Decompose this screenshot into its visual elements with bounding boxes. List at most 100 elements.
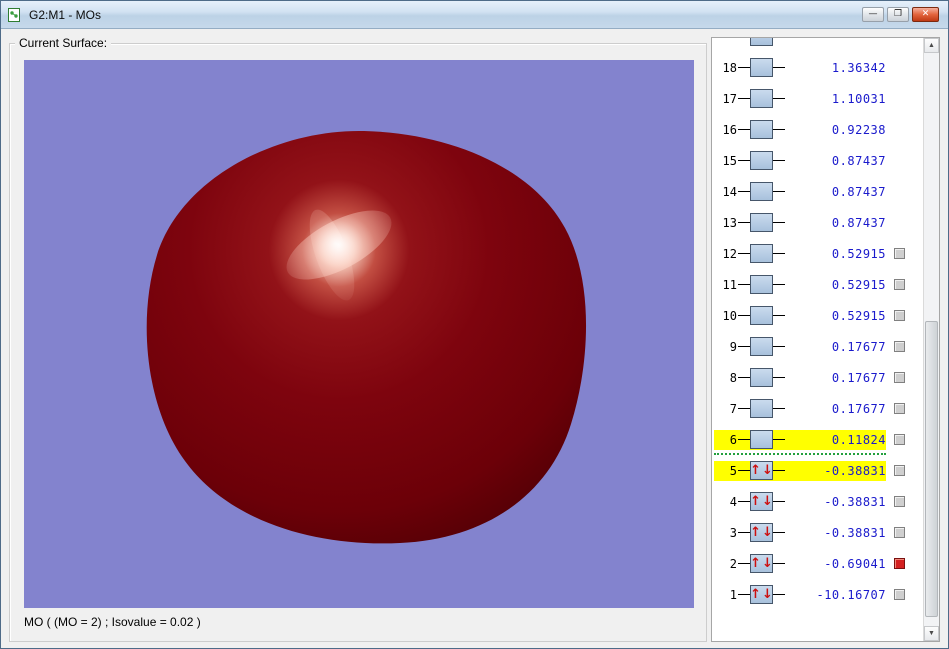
mo-select-checkbox[interactable] (894, 310, 905, 321)
mo-row-11[interactable]: 11 0.52915 (714, 269, 922, 300)
mo-orbital-box[interactable] (750, 430, 773, 449)
mo-select-checkbox[interactable] (894, 496, 905, 507)
mo-energy-value: 0.17677 (831, 401, 886, 416)
energy-connector-line (773, 594, 785, 595)
mo-level-number: 5 (729, 463, 737, 478)
mo-energy-value: 0.11824 (831, 432, 886, 447)
mo-orbital-box[interactable] (750, 337, 773, 356)
mo-orbital-box[interactable] (750, 399, 773, 418)
mo-row-main: 18 1.36342 (714, 58, 886, 78)
mo-row-4[interactable]: 4 ↑ ↓ -0.38831 (714, 486, 922, 517)
maximize-button[interactable]: ❐ (887, 7, 909, 22)
mo-energy-value: -10.16707 (816, 587, 886, 602)
close-button[interactable]: ✕ (912, 7, 939, 22)
mo-orbital-box[interactable] (750, 368, 773, 387)
mo-row-3[interactable]: 3 ↑ ↓ -0.38831 (714, 517, 922, 548)
energy-connector-line (773, 284, 785, 285)
level-connector-line (738, 160, 750, 161)
mo-orbital-box[interactable] (750, 58, 773, 77)
mo-select-checkbox[interactable] (894, 279, 905, 290)
mo-orbital-box[interactable] (750, 182, 773, 201)
surface-status-text: MO ( (MO = 2) ; Isovalue = 0.02 ) (24, 615, 201, 629)
mo-row[interactable] (714, 38, 922, 52)
mo-energy-panel: 18 1.36342 17 1.10031 16 0.92238 15 0.87437 14 0.… (711, 37, 940, 642)
spin-down-arrow-icon: ↓ (762, 556, 773, 571)
scroll-up-icon[interactable]: ▲ (924, 38, 939, 53)
mo-level-number: 3 (729, 525, 737, 540)
mo-orbital-box[interactable]: ↑ ↓ (750, 492, 773, 511)
spin-down-arrow-icon: ↓ (762, 525, 773, 540)
energy-connector-line (773, 532, 785, 533)
mo-select-checkbox[interactable] (894, 372, 905, 383)
spin-down-arrow-icon: ↓ (762, 494, 773, 509)
mo-row-7[interactable]: 7 0.17677 (714, 393, 922, 424)
level-connector-line (738, 439, 750, 440)
mo-row-9[interactable]: 9 0.17677 (714, 331, 922, 362)
mo-row-17[interactable]: 17 1.10031 (714, 83, 922, 114)
mo-row-main: 3 ↑ ↓ -0.38831 (714, 523, 886, 543)
mo-row-main: 15 0.87437 (714, 151, 886, 171)
titlebar[interactable]: G2:M1 - MOs — ❐ ✕ (1, 1, 948, 29)
mo-row-12[interactable]: 12 0.52915 (714, 238, 922, 269)
mo-energy-value: 0.52915 (831, 246, 886, 261)
mo-select-checkbox[interactable] (894, 589, 905, 600)
mo-select-checkbox[interactable] (894, 434, 905, 445)
mo-level-number: 13 (722, 215, 737, 230)
mo-orbital-box[interactable]: ↑ ↓ (750, 523, 773, 542)
mo-orbital-box[interactable] (750, 120, 773, 139)
minimize-button[interactable]: — (862, 7, 884, 22)
mos-window: G2:M1 - MOs — ❐ ✕ Current Surface: MO (… (0, 0, 949, 649)
mo-energy-value: 0.52915 (831, 277, 886, 292)
mo-orbital-box[interactable]: ↑ ↓ (750, 554, 773, 573)
mo-level-number: 15 (722, 153, 737, 168)
mo-select-checkbox[interactable] (894, 465, 905, 476)
mo-row-15[interactable]: 15 0.87437 (714, 145, 922, 176)
mo-select-checkbox[interactable] (894, 527, 905, 538)
mo-select-checkbox[interactable] (894, 248, 905, 259)
mo-energy-value: 0.92238 (831, 122, 886, 137)
mo-row-5[interactable]: 5 ↑ ↓ -0.38831 (714, 453, 922, 486)
mo-row-13[interactable]: 13 0.87437 (714, 207, 922, 238)
mo-row-16[interactable]: 16 0.92238 (714, 114, 922, 145)
energy-connector-line (773, 377, 785, 378)
mo-orbital-box[interactable] (750, 89, 773, 108)
mo-orbital-box[interactable] (750, 306, 773, 325)
mo-orbital-box[interactable]: ↑ ↓ (750, 585, 773, 604)
spin-down-arrow-icon: ↓ (762, 463, 773, 478)
mo-row-1[interactable]: 1 ↑ ↓ -10.16707 (714, 579, 922, 610)
spin-up-arrow-icon: ↑ (750, 494, 761, 509)
level-connector-line (738, 501, 750, 502)
mo-select-checkbox[interactable] (894, 403, 905, 414)
mo-energy-value: -0.69041 (824, 556, 886, 571)
current-surface-label: Current Surface: (15, 36, 112, 50)
mo-energy-value: 0.17677 (831, 370, 886, 385)
mo-select-checkbox[interactable] (894, 558, 905, 569)
mo-level-number: 17 (722, 91, 737, 106)
mo-row-14[interactable]: 14 0.87437 (714, 176, 922, 207)
scroll-down-icon[interactable]: ▼ (924, 626, 939, 641)
mo-row-6[interactable]: 6 0.11824 (714, 424, 922, 455)
mo-orbital-box[interactable] (750, 213, 773, 232)
mo-row-10[interactable]: 10 0.52915 (714, 300, 922, 331)
mo-level-number: 2 (729, 556, 737, 571)
mo-energy-value: 1.10031 (831, 91, 886, 106)
mo-orbital-box[interactable] (750, 38, 773, 46)
mo-panel-scrollbar[interactable]: ▲ ▼ (923, 38, 939, 641)
mo-isosurface (146, 130, 587, 544)
mo-row-18[interactable]: 18 1.36342 (714, 52, 922, 83)
energy-connector-line (773, 129, 785, 130)
level-connector-line (738, 532, 750, 533)
mo-level-number: 14 (722, 184, 737, 199)
mo-row-8[interactable]: 8 0.17677 (714, 362, 922, 393)
mo-orbital-box[interactable] (750, 275, 773, 294)
mo-orbital-box[interactable] (750, 151, 773, 170)
mo-orbital-box[interactable] (750, 244, 773, 263)
mo-level-number: 6 (729, 432, 737, 447)
scrollbar-thumb[interactable] (925, 321, 938, 617)
mo-select-checkbox[interactable] (894, 341, 905, 352)
mo-row-2[interactable]: 2 ↑ ↓ -0.69041 (714, 548, 922, 579)
mo-row-main: 11 0.52915 (714, 275, 886, 295)
surface-viewport[interactable] (24, 60, 694, 608)
energy-connector-line (773, 222, 785, 223)
mo-orbital-box[interactable]: ↑ ↓ (750, 461, 773, 480)
